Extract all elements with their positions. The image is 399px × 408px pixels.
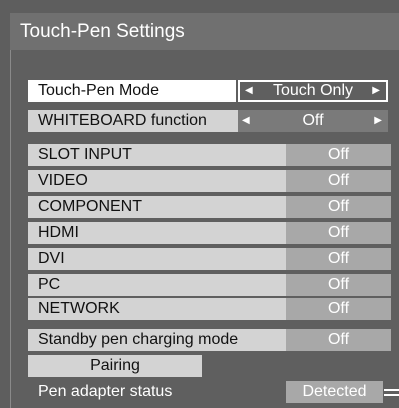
input-value[interactable]: Off (286, 170, 391, 192)
input-row-video[interactable]: VIDEO Off (28, 170, 391, 192)
input-value[interactable]: Off (286, 248, 391, 270)
adapter-status-label: Pen adapter status (38, 383, 173, 400)
pairing-button[interactable]: Pairing (28, 355, 202, 377)
arrow-right-icon[interactable]: ▶ (374, 110, 382, 132)
input-label: VIDEO (28, 170, 286, 192)
input-value[interactable]: Off (286, 196, 391, 218)
input-row-pc[interactable]: PC Off (28, 274, 391, 296)
touch-pen-mode-value[interactable]: ◀ Touch Only ▶ (238, 80, 388, 102)
arrow-right-icon[interactable]: ▶ (372, 82, 380, 100)
indicator-line (384, 389, 399, 391)
input-row-dvi[interactable]: DVI Off (28, 248, 391, 270)
input-value[interactable]: Off (286, 274, 391, 296)
standby-value[interactable]: Off (286, 329, 391, 351)
input-label: SLOT INPUT (28, 144, 286, 166)
adapter-status-value: Detected (286, 381, 383, 403)
input-label: COMPONENT (28, 196, 286, 218)
input-row-slot[interactable]: SLOT INPUT Off (28, 144, 391, 166)
input-value[interactable]: Off (286, 298, 391, 320)
input-label: DVI (28, 248, 286, 270)
whiteboard-row[interactable]: WHITEBOARD function ◀ Off ▶ (28, 110, 388, 132)
input-label: HDMI (28, 222, 286, 244)
touch-pen-mode-row[interactable]: Touch-Pen Mode ◀ Touch Only ▶ (28, 80, 388, 102)
whiteboard-text: Off (302, 112, 324, 129)
arrow-left-icon[interactable]: ◀ (245, 82, 253, 100)
page-title: Touch-Pen Settings (10, 13, 399, 50)
input-value[interactable]: Off (286, 144, 391, 166)
standby-label: Standby pen charging mode (28, 329, 286, 351)
arrow-left-icon[interactable]: ◀ (242, 110, 250, 132)
touch-pen-mode-label: Touch-Pen Mode (28, 80, 236, 102)
input-row-component[interactable]: COMPONENT Off (28, 196, 391, 218)
input-label: PC (28, 274, 286, 296)
input-label: NETWORK (28, 298, 286, 320)
touch-pen-mode-text: Touch Only (272, 82, 354, 99)
standby-row[interactable]: Standby pen charging mode Off (28, 329, 391, 351)
whiteboard-label: WHITEBOARD function (28, 110, 238, 132)
whiteboard-value[interactable]: ◀ Off ▶ (238, 110, 388, 132)
indicator-line (384, 394, 399, 396)
input-row-network[interactable]: NETWORK Off (28, 298, 391, 320)
input-value[interactable]: Off (286, 222, 391, 244)
input-row-hdmi[interactable]: HDMI Off (28, 222, 391, 244)
